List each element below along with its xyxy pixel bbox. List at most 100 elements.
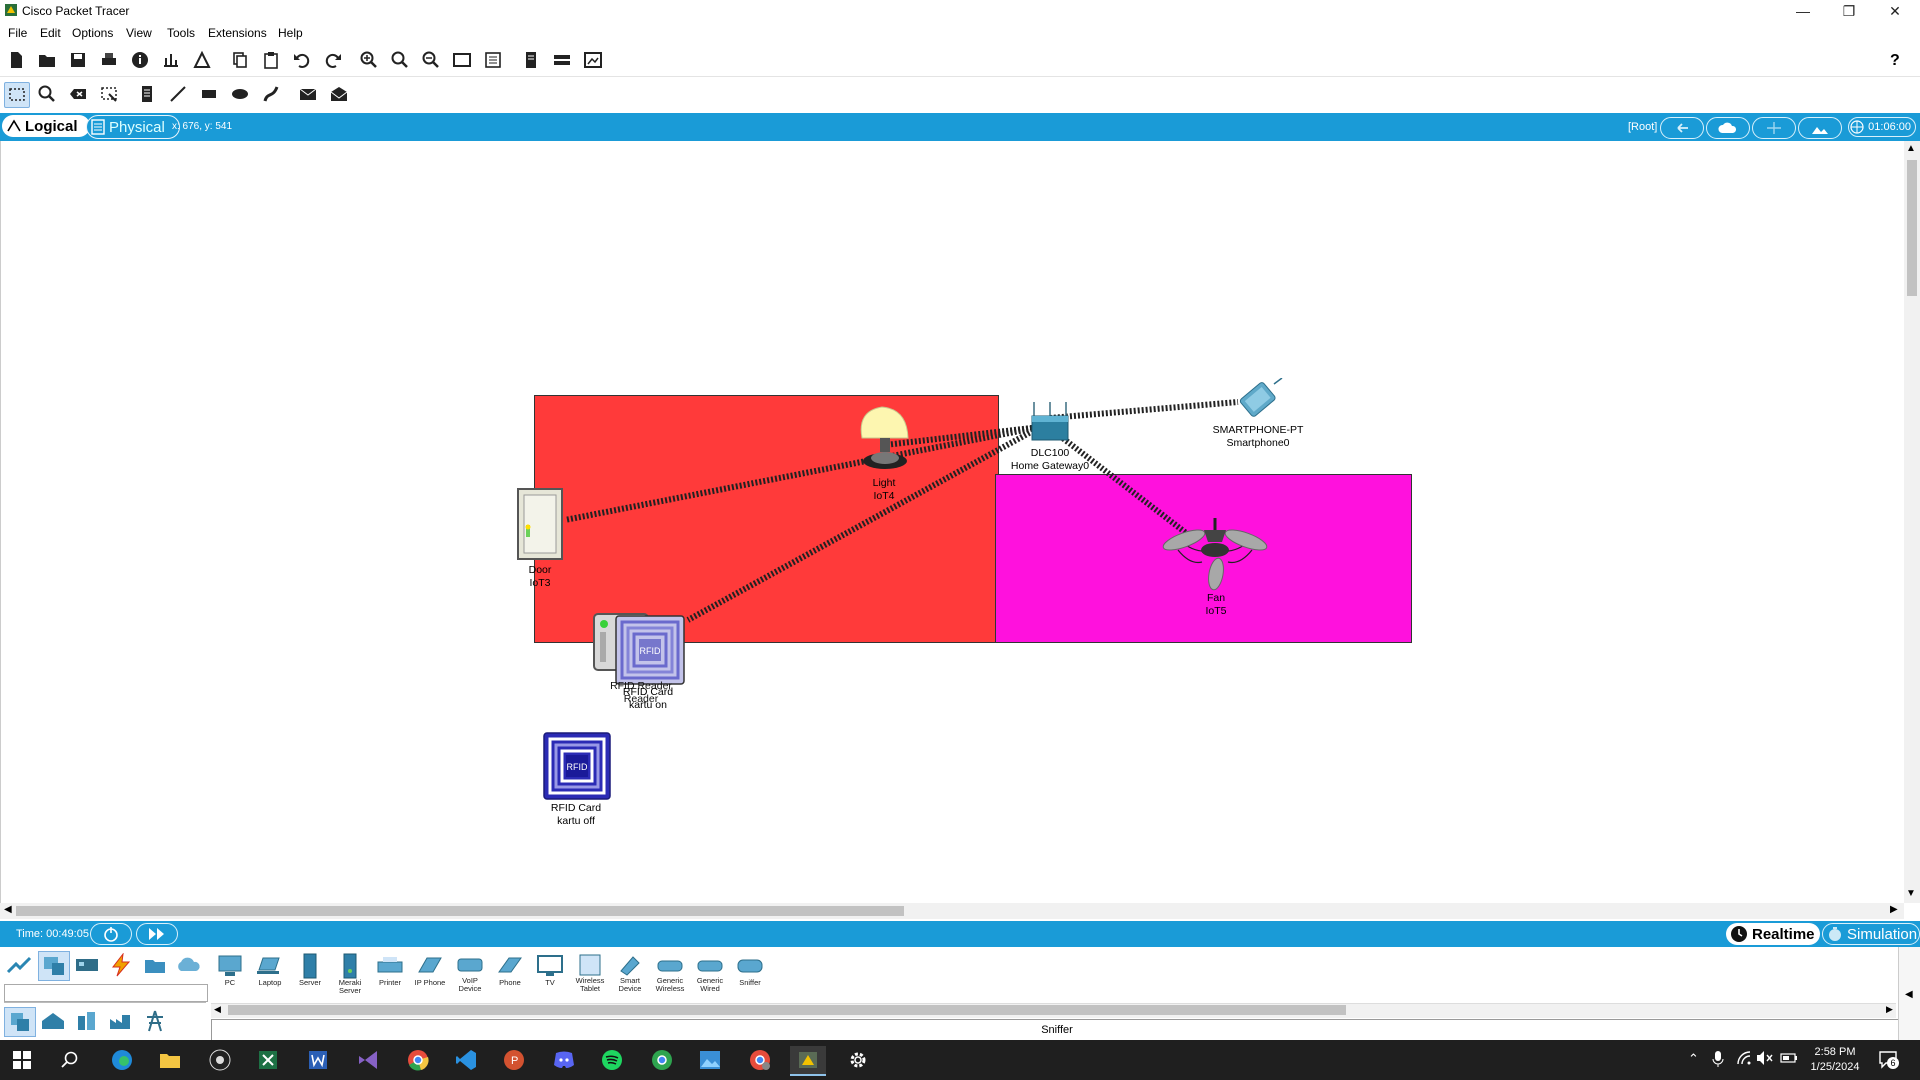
realtime-clock-icon xyxy=(1731,926,1747,942)
generic-wireless-label: Generic Wireless xyxy=(655,976,685,993)
smartphone-label: SMARTPHONE-PT Smartphone0 xyxy=(1198,424,1318,450)
palette-device-ip-phone[interactable]: IP Phone xyxy=(412,953,448,993)
phone-icon xyxy=(494,953,526,979)
network-devices-icon[interactable] xyxy=(4,951,34,979)
volume-muted-icon[interactable] xyxy=(1756,1050,1774,1069)
palette-scroll-left-icon[interactable]: ◀ xyxy=(214,1004,221,1015)
end-devices-sub-icon[interactable] xyxy=(4,1007,36,1037)
microphone-icon[interactable] xyxy=(1712,1050,1724,1071)
palette-device-phone[interactable]: Phone xyxy=(492,953,528,993)
connections-icon[interactable] xyxy=(106,951,136,979)
voip-label: VoIP Device xyxy=(458,976,482,993)
powerpoint-icon[interactable]: P xyxy=(496,1046,532,1074)
ip-phone-label: IP Phone xyxy=(414,978,446,987)
palette-device-generic-wired[interactable]: Generic Wired xyxy=(692,953,728,993)
power-cycle-button[interactable] xyxy=(90,923,132,945)
wifi-icon[interactable] xyxy=(1736,1050,1752,1069)
realtime-mode-button[interactable]: Realtime xyxy=(1726,923,1820,945)
fast-forward-icon xyxy=(149,928,164,940)
door-model: Door xyxy=(528,564,552,576)
taskbar-clock[interactable]: 2:58 PM 1/25/2024 xyxy=(1790,1045,1880,1075)
discord-icon[interactable] xyxy=(546,1046,582,1074)
tv-icon xyxy=(534,953,566,979)
palette-device-sniffer[interactable]: Sniffer xyxy=(732,953,768,993)
palette-device-server[interactable]: Server xyxy=(292,953,328,993)
simulation-time: Time: 00:49:05 xyxy=(16,928,89,940)
windows-taskbar: P ⌃ 2:58 PM 1/25/2024 6 xyxy=(0,1040,1920,1080)
word-icon[interactable] xyxy=(300,1046,336,1074)
simulation-mode-button[interactable]: Simulation xyxy=(1822,923,1920,945)
palette-device-wireless-tablet[interactable]: Wireless Tablet xyxy=(572,953,608,993)
start-icon[interactable] xyxy=(4,1046,40,1074)
ip-phone-icon xyxy=(414,953,446,979)
excel-icon[interactable] xyxy=(250,1046,286,1074)
rfid-card-on-model: RFID Card xyxy=(622,686,674,698)
smartphone-model: SMARTPHONE-PT xyxy=(1212,424,1304,436)
settings-icon[interactable] xyxy=(840,1046,876,1074)
packet-tracer-icon[interactable] xyxy=(790,1046,826,1076)
fan-label: Fan IoT5 xyxy=(1166,592,1266,618)
power-grid-icon[interactable] xyxy=(140,1007,170,1035)
rfid-card-on-name: kartu on xyxy=(629,699,667,711)
palette-device-voip[interactable]: VoIP Device xyxy=(452,953,488,993)
file-explorer-icon[interactable] xyxy=(152,1046,188,1074)
generic-wired-label: Generic Wired xyxy=(696,976,724,993)
collapse-arrow-icon[interactable]: ◀ xyxy=(1905,989,1913,1000)
door-label: Door IoT3 xyxy=(490,564,590,590)
home-gateway-icon[interactable] xyxy=(1028,400,1072,446)
palette-device-smart-device[interactable]: Smart Device xyxy=(612,953,648,993)
sniffer-label: Sniffer xyxy=(739,978,761,987)
palette-device-printer[interactable]: Printer xyxy=(372,953,408,993)
rfid-card-off-text: RFID xyxy=(567,762,588,772)
palette-scroll-right-icon[interactable]: ▶ xyxy=(1886,1004,1893,1015)
palette-side-collapse[interactable]: ◀ xyxy=(1898,947,1920,1040)
rfid-card-off-icon[interactable]: RFID xyxy=(542,731,612,801)
components-icon[interactable] xyxy=(72,951,102,979)
vscode-icon[interactable] xyxy=(448,1046,484,1074)
meraki-server-label: Meraki Server xyxy=(338,978,362,995)
palette-scroll-thumb[interactable] xyxy=(228,1005,1346,1015)
rfid-card-on-icon[interactable]: RFID xyxy=(614,614,686,686)
ceiling-fan-icon[interactable] xyxy=(1160,510,1270,594)
chrome-alt-icon[interactable] xyxy=(742,1046,778,1074)
home-icon[interactable] xyxy=(38,1007,68,1035)
palette-device-meraki-server[interactable]: Meraki Server xyxy=(332,953,368,995)
industrial-icon[interactable] xyxy=(106,1007,136,1035)
light-lamp-icon[interactable] xyxy=(852,403,918,475)
palette-device-tv[interactable]: TV xyxy=(532,953,568,993)
chrome-icon[interactable] xyxy=(400,1046,436,1074)
fast-forward-button[interactable] xyxy=(136,923,178,945)
door-icon[interactable] xyxy=(516,487,564,561)
generic-wired-icon xyxy=(694,953,726,977)
taskbar-date: 1/25/2024 xyxy=(1810,1061,1860,1073)
search-icon[interactable] xyxy=(52,1046,88,1074)
smartphone-icon[interactable] xyxy=(1230,378,1288,424)
spotify-icon[interactable] xyxy=(594,1046,630,1074)
end-devices-icon[interactable] xyxy=(38,951,70,981)
selected-device-label: Sniffer xyxy=(211,1019,1903,1041)
obs-icon[interactable] xyxy=(202,1046,238,1074)
multiuser-icon[interactable] xyxy=(174,951,204,979)
phone-label: Phone xyxy=(499,978,521,987)
smartphone-name: Smartphone0 xyxy=(1226,437,1290,449)
fan-name: IoT5 xyxy=(1205,605,1227,617)
palette-device-pc[interactable]: PC xyxy=(212,953,248,993)
chrome-profile-icon[interactable] xyxy=(644,1046,680,1074)
edge-icon[interactable] xyxy=(104,1046,140,1074)
palette-device-generic-wireless[interactable]: Generic Wireless xyxy=(652,953,688,993)
laptop-icon xyxy=(254,953,286,979)
generic-wireless-icon xyxy=(654,953,686,977)
palette-search-field[interactable] xyxy=(4,984,208,1002)
wireless-tablet-label: Wireless Tablet xyxy=(575,976,605,993)
rfid-card-off-label: RFID Card kartu off xyxy=(526,802,626,828)
photos-icon[interactable] xyxy=(692,1046,728,1074)
palette-device-laptop[interactable]: Laptop xyxy=(252,953,288,993)
miscellaneous-icon[interactable] xyxy=(140,951,170,979)
tray-chevron-icon[interactable]: ⌃ xyxy=(1688,1051,1699,1067)
light-model: Light xyxy=(872,477,896,489)
notification-center-icon[interactable]: 6 xyxy=(1878,1049,1899,1069)
gateway-model: DLC100 xyxy=(1030,447,1070,459)
voip-device-icon xyxy=(454,953,486,977)
visual-studio-icon[interactable] xyxy=(350,1046,386,1074)
smart-city-icon[interactable] xyxy=(72,1007,102,1035)
